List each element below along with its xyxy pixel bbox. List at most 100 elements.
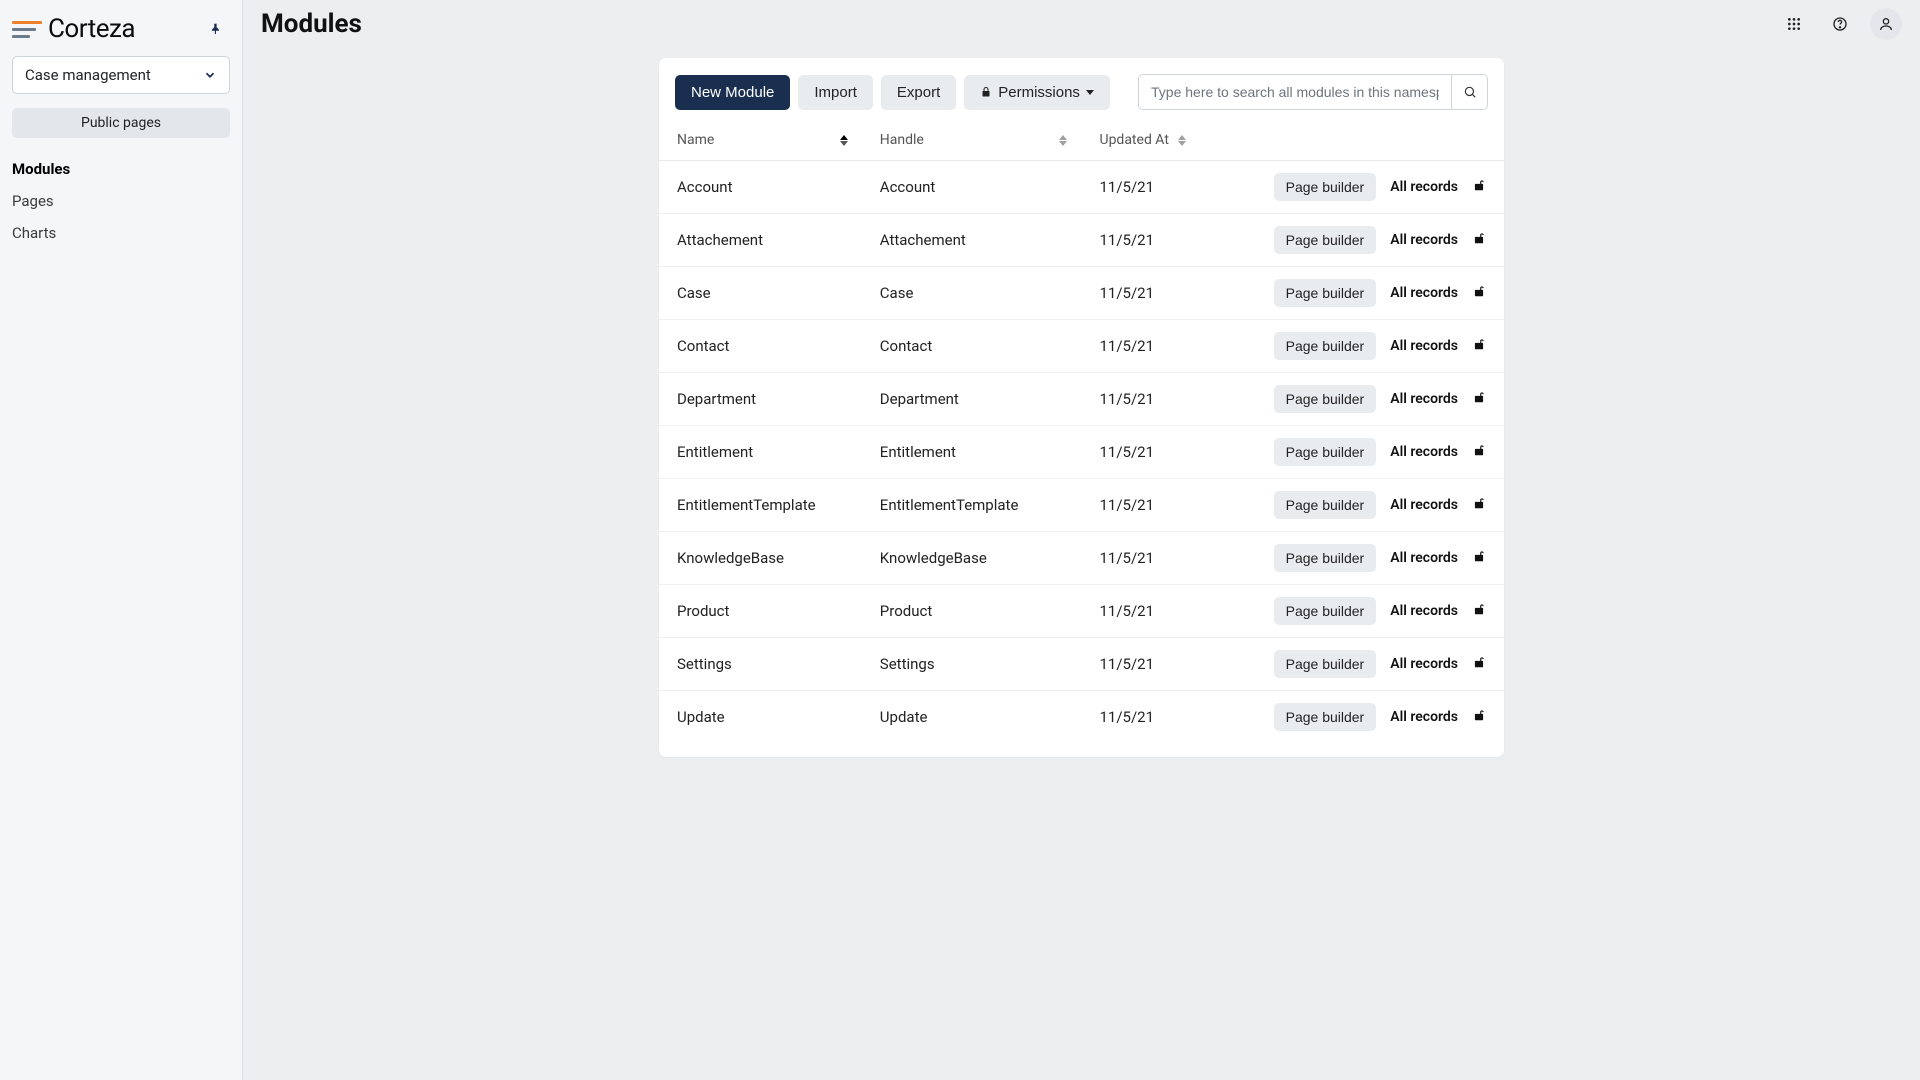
cell-updated: 11/5/21 <box>1081 320 1199 373</box>
table-row[interactable]: DepartmentDepartment11/5/21Page builderA… <box>659 373 1504 426</box>
all-records-link[interactable]: All records <box>1390 497 1458 513</box>
sidebar-item-pages[interactable]: Pages <box>12 190 230 212</box>
pin-sidebar-button[interactable] <box>202 15 230 43</box>
page-builder-button[interactable]: Page builder <box>1274 703 1377 731</box>
page-builder-button[interactable]: Page builder <box>1274 226 1377 254</box>
table-row[interactable]: SettingsSettings11/5/21Page builderAll r… <box>659 638 1504 691</box>
unlock-icon <box>1472 443 1486 457</box>
button-label: New Module <box>691 84 774 101</box>
table-row[interactable]: AttachementAttachement11/5/21Page builde… <box>659 214 1504 267</box>
all-records-link[interactable]: All records <box>1390 285 1458 301</box>
sort-icon <box>1178 135 1186 146</box>
page-title: Modules <box>261 9 362 39</box>
table-row[interactable]: UpdateUpdate11/5/21Page builderAll recor… <box>659 691 1504 744</box>
permissions-button[interactable]: Permissions <box>964 75 1110 110</box>
cell-name: Settings <box>659 638 862 691</box>
cell-updated: 11/5/21 <box>1081 691 1199 744</box>
table-row[interactable]: CaseCase11/5/21Page builderAll records <box>659 267 1504 320</box>
all-records-link[interactable]: All records <box>1390 338 1458 354</box>
cell-name: KnowledgeBase <box>659 532 862 585</box>
col-header-updated[interactable]: Updated At <box>1081 122 1199 161</box>
all-records-link[interactable]: All records <box>1390 656 1458 672</box>
table-row[interactable]: EntitlementTemplateEntitlementTemplate11… <box>659 479 1504 532</box>
button-label: Export <box>897 84 940 101</box>
app-logo[interactable]: Corteza <box>12 14 135 44</box>
namespace-selected-label: Case management <box>25 66 151 84</box>
all-records-link[interactable]: All records <box>1390 709 1458 725</box>
col-header-label: Name <box>677 132 714 148</box>
all-records-link[interactable]: All records <box>1390 603 1458 619</box>
row-permissions-button[interactable] <box>1472 178 1486 196</box>
public-pages-label: Public pages <box>81 115 161 131</box>
row-permissions-button[interactable] <box>1472 443 1486 461</box>
page-builder-button[interactable]: Page builder <box>1274 173 1377 201</box>
sidebar: Corteza Case management Public pages Mod… <box>0 0 243 1080</box>
search-input[interactable] <box>1139 75 1451 109</box>
page-builder-button[interactable]: Page builder <box>1274 491 1377 519</box>
table-row[interactable]: ProductProduct11/5/21Page builderAll rec… <box>659 585 1504 638</box>
all-records-link[interactable]: All records <box>1390 179 1458 195</box>
namespace-select[interactable]: Case management <box>12 56 230 94</box>
table-row[interactable]: ContactContact11/5/21Page builderAll rec… <box>659 320 1504 373</box>
sidebar-nav: Modules Pages Charts <box>12 158 230 244</box>
unlock-icon <box>1472 496 1486 510</box>
page-builder-button[interactable]: Page builder <box>1274 650 1377 678</box>
cell-handle: Account <box>862 161 1082 214</box>
modules-card: New Module Import Export Permissions <box>659 58 1504 757</box>
export-button[interactable]: Export <box>881 75 956 110</box>
row-permissions-button[interactable] <box>1472 602 1486 620</box>
row-permissions-button[interactable] <box>1472 496 1486 514</box>
sidebar-item-label: Modules <box>12 160 70 178</box>
cell-name: Update <box>659 691 862 744</box>
row-permissions-button[interactable] <box>1472 655 1486 673</box>
cell-handle: Entitlement <box>862 426 1082 479</box>
cell-updated: 11/5/21 <box>1081 638 1199 691</box>
col-header-actions <box>1200 122 1504 161</box>
search-button[interactable] <box>1451 75 1487 109</box>
sidebar-item-charts[interactable]: Charts <box>12 222 230 244</box>
col-header-label: Handle <box>880 132 924 148</box>
row-permissions-button[interactable] <box>1472 549 1486 567</box>
table-row[interactable]: EntitlementEntitlement11/5/21Page builde… <box>659 426 1504 479</box>
page-builder-button[interactable]: Page builder <box>1274 279 1377 307</box>
sidebar-item-modules[interactable]: Modules <box>12 158 230 180</box>
button-label: Import <box>814 84 857 101</box>
col-header-name[interactable]: Name <box>659 122 862 161</box>
unlock-icon <box>1472 390 1486 404</box>
row-permissions-button[interactable] <box>1472 284 1486 302</box>
import-button[interactable]: Import <box>798 75 873 110</box>
cell-updated: 11/5/21 <box>1081 426 1199 479</box>
unlock-icon <box>1472 178 1486 192</box>
table-row[interactable]: KnowledgeBaseKnowledgeBase11/5/21Page bu… <box>659 532 1504 585</box>
row-permissions-button[interactable] <box>1472 708 1486 726</box>
cell-updated: 11/5/21 <box>1081 479 1199 532</box>
help-button[interactable] <box>1824 8 1856 40</box>
table-row[interactable]: AccountAccount11/5/21Page builderAll rec… <box>659 161 1504 214</box>
all-records-link[interactable]: All records <box>1390 232 1458 248</box>
app-name: Corteza <box>48 14 135 44</box>
unlock-icon <box>1472 602 1486 616</box>
cell-name: Account <box>659 161 862 214</box>
unlock-icon <box>1472 655 1486 669</box>
main: Modules New Module Import <box>243 0 1920 1080</box>
cell-updated: 11/5/21 <box>1081 161 1199 214</box>
user-menu-button[interactable] <box>1870 8 1902 40</box>
row-permissions-button[interactable] <box>1472 231 1486 249</box>
row-permissions-button[interactable] <box>1472 337 1486 355</box>
new-module-button[interactable]: New Module <box>675 75 790 110</box>
public-pages-button[interactable]: Public pages <box>12 108 230 138</box>
page-builder-button[interactable]: Page builder <box>1274 438 1377 466</box>
cell-handle: Contact <box>862 320 1082 373</box>
all-records-link[interactable]: All records <box>1390 444 1458 460</box>
col-header-handle[interactable]: Handle <box>862 122 1082 161</box>
all-records-link[interactable]: All records <box>1390 391 1458 407</box>
row-permissions-button[interactable] <box>1472 390 1486 408</box>
page-builder-button[interactable]: Page builder <box>1274 332 1377 360</box>
modules-table: Name Handle Updated At <box>659 122 1504 743</box>
page-builder-button[interactable]: Page builder <box>1274 385 1377 413</box>
apps-button[interactable] <box>1778 8 1810 40</box>
page-builder-button[interactable]: Page builder <box>1274 597 1377 625</box>
page-builder-button[interactable]: Page builder <box>1274 544 1377 572</box>
all-records-link[interactable]: All records <box>1390 550 1458 566</box>
cell-name: Case <box>659 267 862 320</box>
